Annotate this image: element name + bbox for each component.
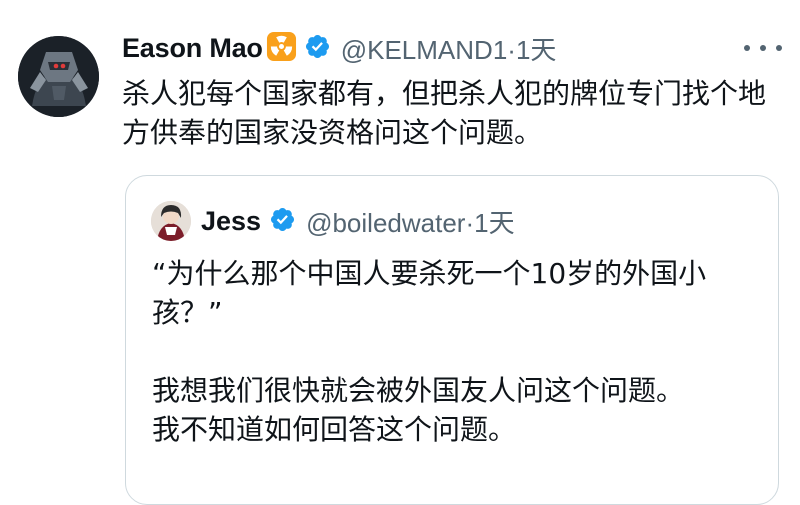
separator: · bbox=[507, 34, 516, 65]
tweet[interactable]: Eason Mao @KELMAND1·1天 杀人犯每个国家都有，但把杀人犯的牌… bbox=[0, 0, 800, 505]
author-handle[interactable]: @KELMAND1·1天 bbox=[341, 30, 557, 67]
quoted-tweet-header: Jess @boiledwater·1天 bbox=[151, 201, 515, 241]
verified-badge-icon bbox=[261, 206, 296, 237]
radiation-emoji-icon bbox=[263, 31, 297, 66]
quoted-author-avatar[interactable] bbox=[151, 201, 191, 241]
quoted-author-name[interactable]: Jess bbox=[201, 206, 261, 237]
author-name[interactable]: Eason Mao bbox=[122, 33, 263, 64]
verified-badge-icon bbox=[297, 33, 331, 64]
tweet-header: Eason Mao @KELMAND1·1天 bbox=[122, 28, 556, 68]
quoted-timestamp[interactable]: 1天 bbox=[474, 208, 514, 238]
author-avatar[interactable] bbox=[18, 36, 99, 117]
tweet-text: 杀人犯每个国家都有，但把杀人犯的牌位专门找个地方供奉的国家没资格问这个问题。 bbox=[122, 77, 767, 149]
timestamp[interactable]: 1天 bbox=[516, 35, 556, 65]
more-options-icon[interactable] bbox=[744, 33, 782, 63]
quoted-handle-text[interactable]: @boiledwater bbox=[306, 208, 465, 238]
quoted-author-handle[interactable]: @boiledwater·1天 bbox=[306, 203, 515, 240]
quoted-tweet-text: “为什么那个中国人要杀死一个10岁的外国小孩？” 我想我们很快就会被外国友人问这… bbox=[152, 257, 707, 446]
handle-text[interactable]: @KELMAND1 bbox=[341, 35, 508, 65]
quoted-separator: · bbox=[465, 207, 475, 238]
